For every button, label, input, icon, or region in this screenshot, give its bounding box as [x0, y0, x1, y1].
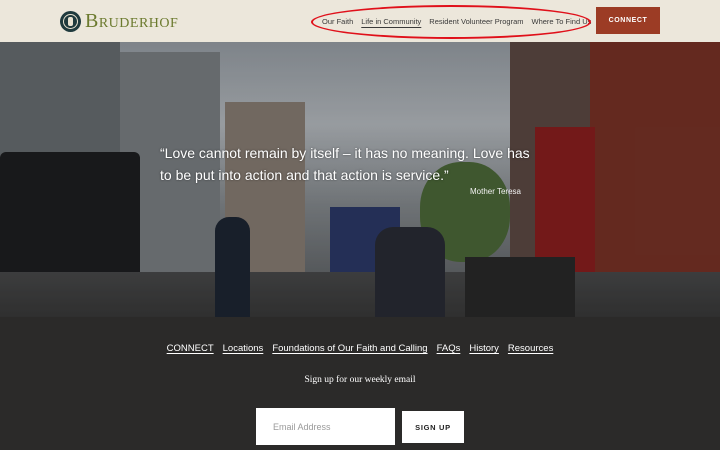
nav-item-where-to-find-us[interactable]: Where To Find Us [528, 17, 596, 26]
footer-link-resources[interactable]: Resources [508, 343, 553, 354]
bruderhof-emblem-icon [60, 10, 81, 32]
logo-text: Bruderhof [85, 9, 179, 32]
footer-link-faqs[interactable]: FAQs [437, 343, 461, 354]
connect-button[interactable]: CONNECT [596, 7, 660, 34]
nav-item-our-faith[interactable]: Our Faith [318, 17, 357, 26]
hero-section: “Love cannot remain by itself – it has n… [0, 42, 720, 317]
site-footer: CONNECT Locations Foundations of Our Fai… [0, 317, 720, 450]
email-input[interactable] [256, 408, 395, 445]
footer-link-history[interactable]: History [469, 343, 499, 354]
footer-link-locations[interactable]: Locations [223, 343, 264, 354]
quote-author: Mother Teresa [470, 187, 521, 196]
footer-link-foundations[interactable]: Foundations of Our Faith and Calling [272, 343, 427, 354]
signup-button[interactable]: SIGN UP [402, 411, 464, 443]
footer-link-connect[interactable]: CONNECT [167, 343, 214, 354]
bruderhof-logo[interactable]: Bruderhof [60, 9, 178, 33]
hero-quote: “Love cannot remain by itself – it has n… [160, 145, 530, 183]
site-header: Bruderhof Our Faith Life in Community Re… [0, 0, 720, 42]
footer-links: CONNECT Locations Foundations of Our Fai… [0, 343, 720, 354]
signup-title: Sign up for our weekly email [304, 375, 416, 385]
nav-item-resident-volunteer-program[interactable]: Resident Volunteer Program [425, 17, 527, 26]
main-nav: Our Faith Life in Community Resident Vol… [318, 10, 595, 32]
nav-item-life-in-community[interactable]: Life in Community [357, 17, 425, 26]
